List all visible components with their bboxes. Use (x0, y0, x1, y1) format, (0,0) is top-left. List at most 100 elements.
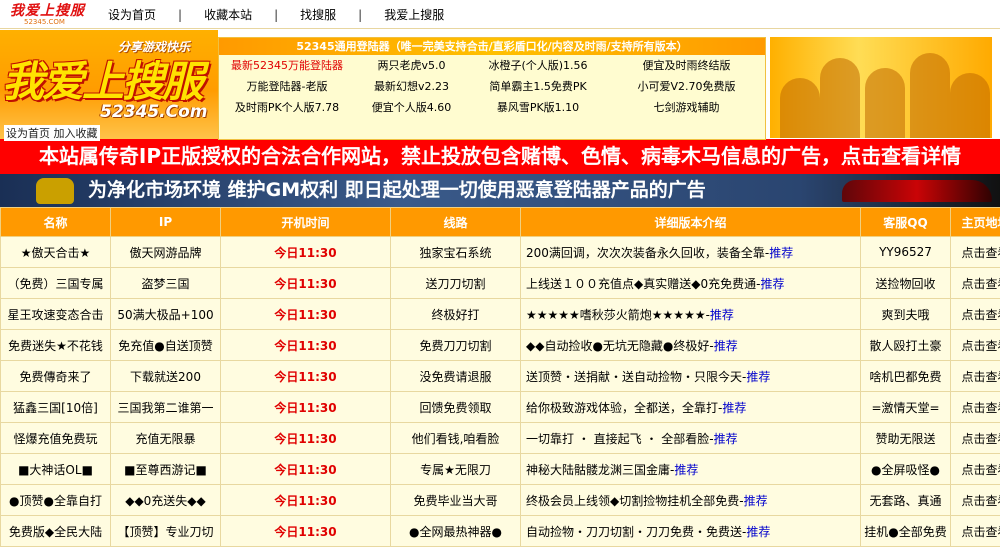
server-ip-cell[interactable]: ◆◆0充送失◆◆ (111, 485, 221, 516)
downloader-title[interactable]: 52345通用登陆器（唯一完美支持合击/直彩盾口化/内容及时雨/支持所有版本） (219, 38, 765, 55)
homepage-link-cell[interactable]: 点击查看 (951, 330, 1000, 361)
recommend-link[interactable]: 推荐 (710, 308, 734, 322)
server-name-cell[interactable]: ●顶赞●全靠自打 (1, 485, 111, 516)
qq-text: ●全屏吸怪● (871, 463, 940, 477)
server-ip-cell[interactable]: 充值无限暴 (111, 423, 221, 454)
server-ip-cell[interactable]: 下载就送200 (111, 361, 221, 392)
homepage-link-cell[interactable]: 点击查看 (951, 237, 1000, 268)
server-name-cell[interactable]: （免费）三国专属 (1, 268, 111, 299)
intro-cell[interactable]: 上线送１００充值点◆真实赠送◆0充免费通-推荐 (521, 268, 861, 299)
server-ip-text: 傲天网游品牌 (129, 246, 201, 260)
intro-cell[interactable]: 给你极致游戏体验，全都送，全靠打-推荐 (521, 392, 861, 423)
download-link[interactable]: 七剑游戏辅助 (654, 101, 720, 114)
intro-cell[interactable]: 一切靠打 ・ 直接起飞 ・ 全部看脸-推荐 (521, 423, 861, 454)
server-ip-cell[interactable]: 50满大极品+100 (111, 299, 221, 330)
nav-bookmark[interactable]: 收藏本站 (196, 8, 260, 22)
line-cell[interactable]: 免费毕业当大哥 (391, 485, 521, 516)
legal-notice-banner[interactable]: 本站属传奇IP正版授权的合法合作网站，禁止投放包含赌博、色情、病毒木马信息的广告… (0, 139, 1000, 174)
recommend-link[interactable]: 推荐 (746, 370, 770, 384)
add-bookmark-link[interactable]: 加入收藏 (54, 127, 98, 140)
intro-cell[interactable]: ★★★★★嗜秋莎火箭炮★★★★★-推荐 (521, 299, 861, 330)
server-name-cell[interactable]: 免费傳奇来了 (1, 361, 111, 392)
download-link[interactable]: 最新52345万能登陆器 (231, 59, 343, 72)
line-cell[interactable]: ●全网最热神器● (391, 516, 521, 547)
qq-text: 挂机●全部免费 (864, 525, 946, 539)
recommend-link[interactable]: 推荐 (760, 277, 784, 291)
homepage-link-cell[interactable]: 点击查看 (951, 423, 1000, 454)
column-header-homepage: 主页地址 (951, 208, 1000, 237)
server-name-cell[interactable]: 怪爆充值免费玩 (1, 423, 111, 454)
homepage-link-cell[interactable]: 点击查看 (951, 485, 1000, 516)
download-link[interactable]: 万能登陆器-老版 (247, 80, 328, 93)
nav-home[interactable]: 我爱上搜服 (376, 8, 452, 22)
recommend-link[interactable]: 推荐 (674, 463, 698, 477)
server-name-text: ■大神话OL■ (18, 463, 93, 477)
homepage-link-cell[interactable]: 点击查看 (951, 392, 1000, 423)
download-link[interactable]: 冰橙子(个人版)1.56 (488, 59, 587, 72)
homepage-link-cell[interactable]: 点击查看 (951, 299, 1000, 330)
line-cell[interactable]: 独家宝石系统 (391, 237, 521, 268)
server-ip-cell[interactable]: 免充值●自送顶赞 (111, 330, 221, 361)
server-ip-cell[interactable]: 傲天网游品牌 (111, 237, 221, 268)
download-link[interactable]: 小可爱V2.70免费版 (637, 80, 735, 93)
server-name-text: ●顶赞●全靠自打 (9, 494, 102, 508)
line-cell[interactable]: 送刀刀切割 (391, 268, 521, 299)
download-link[interactable]: 两只老虎v5.0 (377, 59, 445, 72)
download-link[interactable]: 及时雨PK个人版7.78 (235, 101, 339, 114)
server-ip-cell[interactable]: 盗梦三国 (111, 268, 221, 299)
nav-find-servers[interactable]: 找搜服 (292, 8, 344, 22)
download-link[interactable]: 简单霸主1.5免费PK (489, 80, 586, 93)
open-time-text: 今日11:30 (274, 370, 336, 384)
nav-separator: | (260, 8, 292, 22)
recommend-link[interactable]: 推荐 (714, 339, 738, 353)
line-cell[interactable]: 终极好打 (391, 299, 521, 330)
server-name-cell[interactable]: 猛鑫三国[10倍] (1, 392, 111, 423)
recommend-link[interactable]: 推荐 (769, 246, 793, 260)
homepage-link-cell[interactable]: 点击查看 (951, 361, 1000, 392)
crowd-banner-image[interactable] (770, 37, 992, 138)
recommend-link[interactable]: 推荐 (746, 525, 770, 539)
server-name-cell[interactable]: ★傲天合击★ (1, 237, 111, 268)
recommend-link[interactable]: 推荐 (744, 494, 768, 508)
server-ip-cell[interactable]: 【顶赞】专业刀切 (111, 516, 221, 547)
line-cell[interactable]: 免费刀刀切割 (391, 330, 521, 361)
server-name-cell[interactable]: 免费版◆全民大陆 (1, 516, 111, 547)
intro-cell[interactable]: 送顶赞・送捐献・送自动捡物・只限今天-推荐 (521, 361, 861, 392)
line-text: 专属★无限刀 (420, 463, 491, 477)
server-name-cell[interactable]: ■大神话OL■ (1, 454, 111, 485)
download-link[interactable]: 便宜及时雨终结版 (643, 59, 731, 72)
table-row: ■大神话OL■ ■至尊西游记■今日11:30 专属★无限刀 神秘大陆骷髅龙渊三国金庸-… (1, 454, 1000, 485)
open-time-text: 今日11:30 (274, 277, 336, 291)
site-logo-small[interactable]: 我爱上搜服 52345.COM (10, 4, 90, 26)
download-link[interactable]: 便宜个人版4.60 (372, 101, 452, 114)
column-header-ip: IP (111, 208, 221, 237)
gm-rights-banner[interactable]: 为净化市场环境 维护GM权利 即日起处理一切使用恶意登陆器产品的广告 (0, 174, 1000, 207)
server-ip-cell[interactable]: 三国我第二谁第一 (111, 392, 221, 423)
main-logo[interactable]: 分享游戏快乐 我爱上搜服 52345.Com 设为首页 加入收藏 (0, 30, 218, 139)
recommend-link[interactable]: 推荐 (722, 401, 746, 415)
line-cell[interactable]: 没免费请退服 (391, 361, 521, 392)
line-cell[interactable]: 专属★无限刀 (391, 454, 521, 485)
download-link[interactable]: 最新幻想v2.23 (374, 80, 449, 93)
download-link[interactable]: 暴风雪PK版1.10 (497, 101, 579, 114)
server-ip-cell[interactable]: ■至尊西游记■ (111, 454, 221, 485)
line-cell[interactable]: 他们看钱,咱看脸 (391, 423, 521, 454)
line-text: 他们看钱,咱看脸 (412, 432, 500, 446)
open-time-cell: 今日11:30 (221, 454, 391, 485)
line-cell[interactable]: 回馈免费领取 (391, 392, 521, 423)
intro-cell[interactable]: 终极会员上线领◆切割捡物挂机全部免费-推荐 (521, 485, 861, 516)
set-homepage-link[interactable]: 设为首页 (6, 127, 50, 140)
gm-banner-text: 为净化市场环境 维护GM权利 即日起处理一切使用恶意登陆器产品的广告 (88, 179, 706, 201)
nav-set-homepage[interactable]: 设为首页 (100, 8, 164, 22)
homepage-link-cell[interactable]: 点击查看 (951, 516, 1000, 547)
intro-cell[interactable]: 自动捡物・刀刀切割・刀刀免费・免费送-推荐 (521, 516, 861, 547)
homepage-link-cell[interactable]: 点击查看 (951, 454, 1000, 485)
intro-cell[interactable]: ◆◆自动捡收●无坑无隐藏●终极好-推荐 (521, 330, 861, 361)
intro-cell[interactable]: 神秘大陆骷髅龙渊三国金庸-推荐 (521, 454, 861, 485)
intro-cell[interactable]: 200满回调，次次次装备永久回收，装备全靠-推荐 (521, 237, 861, 268)
recommend-link[interactable]: 推荐 (714, 432, 738, 446)
qq-text: =激情天堂= (871, 401, 939, 415)
server-name-cell[interactable]: 免费迷失★不花钱 (1, 330, 111, 361)
server-name-cell[interactable]: 星王攻速变态合击 (1, 299, 111, 330)
homepage-link-cell[interactable]: 点击查看 (951, 268, 1000, 299)
